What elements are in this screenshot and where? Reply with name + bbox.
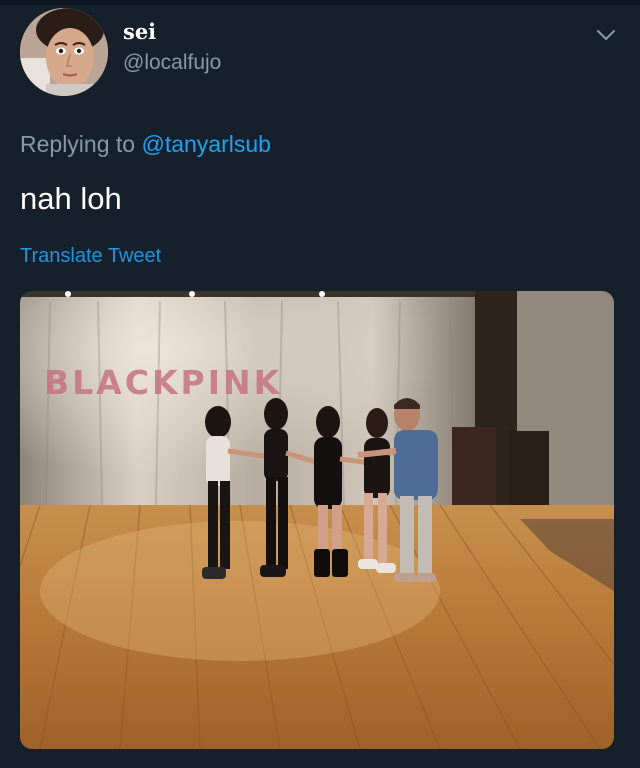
translate-tweet-link[interactable]: Translate Tweet	[20, 244, 161, 268]
avatar-photo	[20, 8, 108, 96]
display-name[interactable]: sei	[123, 20, 156, 44]
avatar[interactable]	[20, 8, 108, 96]
reply-mention-link[interactable]: @tanyarlsub	[141, 131, 270, 157]
replying-to-label: Replying to	[20, 131, 136, 157]
user-handle[interactable]: @localfujo	[123, 50, 221, 76]
top-divider	[0, 0, 640, 5]
backdrop-logo: BLACKPINK	[44, 363, 282, 402]
dance-studio-photo: BLACKPINK	[20, 291, 614, 749]
tweet-media[interactable]: BLACKPINK	[20, 291, 614, 749]
replying-to-line: Replying to @tanyarlsub	[20, 130, 271, 158]
chevron-down-icon[interactable]	[593, 22, 619, 48]
tweet-card: sei @localfujo Replying to @tanyarlsub n…	[0, 0, 640, 768]
tweet-text: nah loh	[20, 181, 122, 216]
